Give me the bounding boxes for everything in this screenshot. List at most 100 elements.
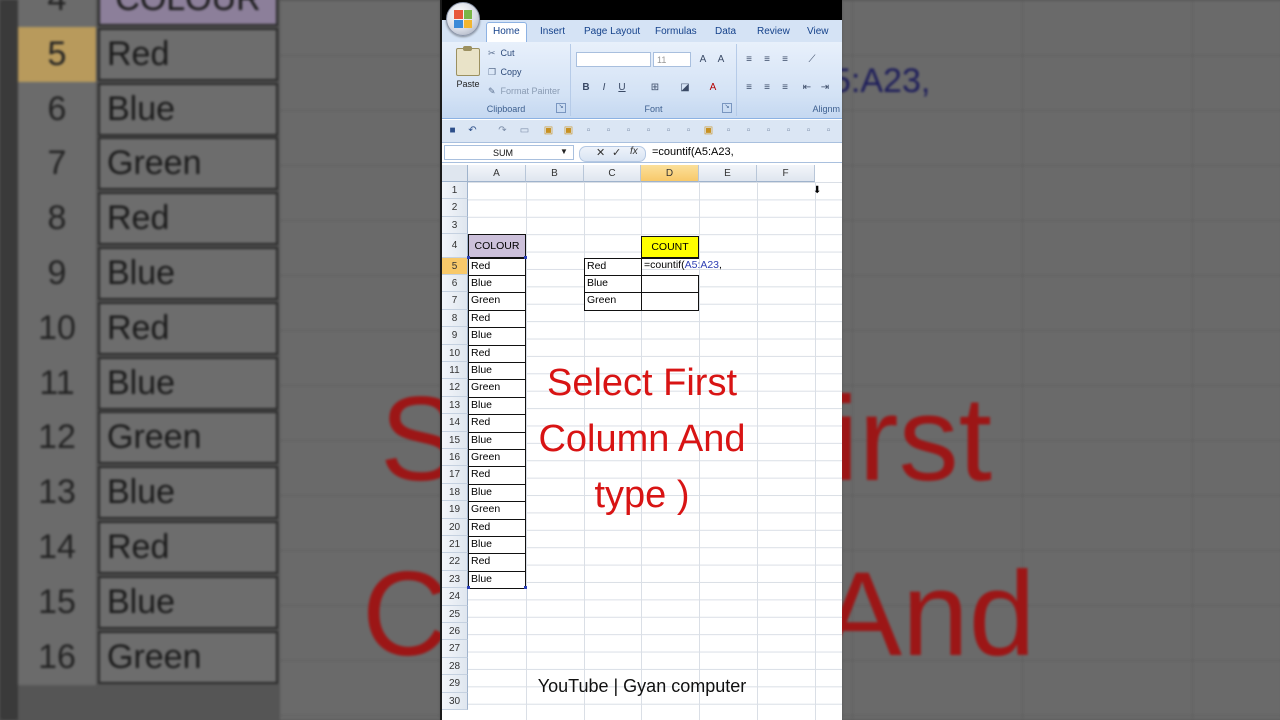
tab-page-layout[interactable]: Page Layout xyxy=(578,23,646,41)
chevron-down-icon[interactable]: ▼ xyxy=(560,147,568,156)
tab-insert[interactable]: Insert xyxy=(534,23,571,41)
copy-button[interactable]: ❐ Copy xyxy=(488,67,522,78)
name-box[interactable]: SUM xyxy=(444,145,574,160)
row-header-21[interactable]: 21 xyxy=(442,536,468,554)
criteria-cell[interactable]: Red xyxy=(584,257,642,277)
colour-cell[interactable]: Blue xyxy=(468,536,526,555)
colour-cell[interactable]: Green xyxy=(468,292,526,311)
row-header-7[interactable]: 7 xyxy=(442,292,468,310)
column-header-f[interactable]: F xyxy=(757,165,815,182)
enter-icon[interactable]: ✓ xyxy=(612,146,621,159)
cancel-icon[interactable]: ✕ xyxy=(596,146,605,159)
paste-button[interactable]: Paste xyxy=(448,46,488,89)
cut-button[interactable]: ✂ Cut xyxy=(488,48,515,59)
tab-review[interactable]: Review xyxy=(751,23,796,41)
colour-cell[interactable]: Blue xyxy=(468,570,526,590)
select-all-corner[interactable] xyxy=(442,165,468,182)
redo-icon[interactable]: ↷ xyxy=(496,124,509,137)
toolbar-icon[interactable]: ▫ xyxy=(762,124,775,137)
row-header-4[interactable]: 4 xyxy=(442,234,468,258)
office-button[interactable] xyxy=(446,2,480,36)
insert-function-icon[interactable]: fx xyxy=(630,146,638,157)
toolbar-icon[interactable]: ▫ xyxy=(822,124,835,137)
undo-icon[interactable]: ↶ xyxy=(466,124,479,137)
align-right-icon[interactable]: ≡ xyxy=(777,80,793,96)
row-header-5[interactable]: 5 xyxy=(442,257,468,276)
font-size-dropdown[interactable]: 11 xyxy=(653,52,691,67)
toolbar-icon[interactable]: ▣ xyxy=(542,124,555,137)
formula-input[interactable]: =countif(A5:A23, xyxy=(652,146,734,158)
toolbar-icon[interactable]: ▫ xyxy=(602,124,615,137)
column-header-a[interactable]: A xyxy=(468,165,526,182)
count-result-cell[interactable] xyxy=(641,275,699,294)
colour-cell[interactable]: Blue xyxy=(468,275,526,294)
colour-header-cell[interactable]: COLOUR xyxy=(468,234,526,258)
row-header-2[interactable]: 2 xyxy=(442,199,468,217)
colour-cell[interactable]: Blue xyxy=(468,327,526,346)
increase-indent-icon[interactable]: ⇥ xyxy=(817,80,833,96)
row-header-9[interactable]: 9 xyxy=(442,327,468,345)
selection-handle[interactable] xyxy=(467,586,470,590)
grow-font-icon[interactable]: A xyxy=(695,52,711,68)
save-icon[interactable]: ■ xyxy=(446,124,459,137)
fill-color-icon[interactable]: ◪ xyxy=(677,80,693,96)
tab-view[interactable]: View xyxy=(801,23,835,41)
dialog-launcher-icon[interactable]: ↘ xyxy=(722,103,732,113)
toolbar-icon[interactable]: ▫ xyxy=(742,124,755,137)
selection-handle[interactable] xyxy=(524,586,527,590)
criteria-cell[interactable]: Blue xyxy=(584,275,642,294)
toolbar-icon[interactable]: ▫ xyxy=(722,124,735,137)
tab-formulas[interactable]: Formulas xyxy=(649,23,703,41)
align-left-icon[interactable]: ≡ xyxy=(741,80,757,96)
count-header-cell[interactable]: COUNT xyxy=(641,236,699,258)
column-header-c[interactable]: C xyxy=(584,165,641,182)
underline-icon[interactable]: U xyxy=(615,80,629,96)
toolbar-icon[interactable]: ▫ xyxy=(622,124,635,137)
row-header-24[interactable]: 24 xyxy=(442,588,468,606)
bold-icon[interactable]: B xyxy=(579,80,593,96)
shrink-font-icon[interactable]: A xyxy=(713,52,729,68)
selection-handle[interactable] xyxy=(524,255,527,259)
row-header-26[interactable]: 26 xyxy=(442,623,468,641)
column-header-e[interactable]: E xyxy=(699,165,757,182)
decrease-indent-icon[interactable]: ⇤ xyxy=(799,80,815,96)
toolbar-icon[interactable]: ▫ xyxy=(642,124,655,137)
toolbar-icon[interactable]: ▣ xyxy=(562,124,575,137)
row-header-3[interactable]: 3 xyxy=(442,216,468,235)
font-color-icon[interactable]: A xyxy=(705,80,721,96)
colour-cell[interactable]: Red xyxy=(468,309,526,329)
row-header-28[interactable]: 28 xyxy=(442,657,468,676)
borders-icon[interactable]: ⊞ xyxy=(647,80,663,96)
toolbar-icon[interactable]: ▫ xyxy=(682,124,695,137)
toolbar-icon[interactable]: ▣ xyxy=(702,124,715,137)
column-header-d[interactable]: D xyxy=(641,165,699,182)
align-bottom-icon[interactable]: ≡ xyxy=(777,52,793,68)
toolbar-icon[interactable]: ▫ xyxy=(662,124,675,137)
tab-home[interactable]: Home xyxy=(486,22,527,43)
align-middle-icon[interactable]: ≡ xyxy=(759,52,775,68)
toolbar-icon[interactable]: ▫ xyxy=(582,124,595,137)
column-header-b[interactable]: B xyxy=(526,165,584,182)
toolbar-icon[interactable]: ▫ xyxy=(782,124,795,137)
row-header-25[interactable]: 25 xyxy=(442,605,468,624)
criteria-cell[interactable]: Green xyxy=(584,292,642,311)
toolbar-icon[interactable]: ▫ xyxy=(802,124,815,137)
tab-data[interactable]: Data xyxy=(709,23,742,41)
colour-cell[interactable]: Red xyxy=(468,553,526,572)
dialog-launcher-icon[interactable]: ↘ xyxy=(556,103,566,113)
colour-cell[interactable]: Red xyxy=(468,257,526,277)
row-header-8[interactable]: 8 xyxy=(442,309,468,328)
selection-handle[interactable] xyxy=(467,255,470,259)
orientation-icon[interactable]: ⟋ xyxy=(801,52,823,68)
count-result-cell[interactable] xyxy=(641,292,699,311)
row-header-6[interactable]: 6 xyxy=(442,275,468,293)
print-icon[interactable]: ▭ xyxy=(518,124,531,137)
row-header-23[interactable]: 23 xyxy=(442,570,468,589)
row-header-1[interactable]: 1 xyxy=(442,182,468,200)
align-top-icon[interactable]: ≡ xyxy=(741,52,757,68)
italic-icon[interactable]: I xyxy=(597,80,611,96)
font-name-dropdown[interactable] xyxy=(576,52,651,67)
format-painter-button[interactable]: ✎ Format Painter xyxy=(488,86,560,97)
row-header-22[interactable]: 22 xyxy=(442,553,468,571)
row-header-27[interactable]: 27 xyxy=(442,640,468,658)
